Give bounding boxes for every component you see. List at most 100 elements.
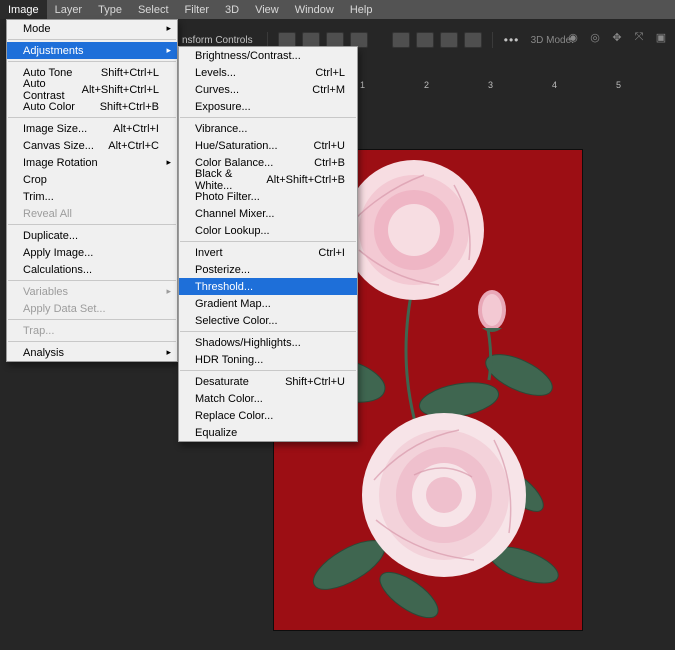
menu-item-label: Adjustments [23, 45, 84, 57]
image-menu-variables: Variables [7, 283, 177, 300]
image-menu-mode[interactable]: Mode [7, 20, 177, 37]
adjustments-selective-color[interactable]: Selective Color... [179, 312, 357, 329]
ruler-tick: 2 [424, 80, 488, 90]
adjustments-brightness-contrast[interactable]: Brightness/Contrast... [179, 47, 357, 64]
menu-item-label: HDR Toning... [195, 354, 263, 366]
menu-separator [180, 331, 356, 332]
more-icon[interactable]: ••• [503, 32, 521, 48]
menu-item-shortcut: Shift+Ctrl+U [285, 376, 345, 388]
menu-separator [180, 370, 356, 371]
adjustments-channel-mixer[interactable]: Channel Mixer... [179, 205, 357, 222]
menu-separator [8, 280, 176, 281]
menu-help[interactable]: Help [342, 0, 381, 19]
menu-item-label: Mode [23, 23, 51, 35]
menu-item-shortcut: Alt+Ctrl+I [113, 123, 159, 135]
menu-separator [8, 319, 176, 320]
menu-item-label: Variables [23, 286, 68, 298]
menu-item-label: Vibrance... [195, 123, 247, 135]
menu-item-label: Auto Color [23, 101, 75, 113]
roll-icon[interactable]: ◎ [587, 30, 603, 44]
adjustments-hue-saturation[interactable]: Hue/Saturation...Ctrl+U [179, 137, 357, 154]
ruler-tick: 1 [360, 80, 424, 90]
adjustments-posterize[interactable]: Posterize... [179, 261, 357, 278]
menu-item-label: Image Rotation [23, 157, 98, 169]
menu-window[interactable]: Window [287, 0, 342, 19]
orbit-icon[interactable]: ◉ [565, 30, 581, 44]
image-menu-duplicate[interactable]: Duplicate... [7, 227, 177, 244]
zoom-icon[interactable]: ▣ [653, 30, 669, 44]
pan-icon[interactable]: ✥ [609, 30, 625, 44]
menu-separator [8, 224, 176, 225]
menu-item-label: Reveal All [23, 208, 72, 220]
menu-item-label: Photo Filter... [195, 191, 260, 203]
image-menu-auto-contrast[interactable]: Auto ContrastAlt+Shift+Ctrl+L [7, 81, 177, 98]
adjustments-invert[interactable]: InvertCtrl+I [179, 244, 357, 261]
distribute-icon[interactable] [392, 32, 410, 48]
menu-item-label: Shadows/Highlights... [195, 337, 301, 349]
menu-separator [180, 117, 356, 118]
image-menu-analysis[interactable]: Analysis [7, 344, 177, 361]
menu-item-shortcut: Alt+Shift+Ctrl+B [266, 174, 345, 186]
menu-item-label: Exposure... [195, 101, 251, 113]
distribute-icon[interactable] [464, 32, 482, 48]
menu-item-label: Selective Color... [195, 315, 278, 327]
menu-item-label: Black & White... [195, 168, 266, 192]
image-menu-auto-color[interactable]: Auto Color Shift+Ctrl+B [7, 98, 177, 115]
image-menu-image-rotation[interactable]: Image Rotation [7, 154, 177, 171]
menu-item-label: Trim... [23, 191, 54, 203]
image-menu-image-size[interactable]: Image Size...Alt+Ctrl+I [7, 120, 177, 137]
adjustments-curves[interactable]: Curves...Ctrl+M [179, 81, 357, 98]
menu-select[interactable]: Select [130, 0, 177, 19]
menu-item-label: Apply Data Set... [23, 303, 106, 315]
menu-item-shortcut: Alt+Shift+Ctrl+L [82, 84, 159, 96]
adjustments-photo-filter[interactable]: Photo Filter... [179, 188, 357, 205]
menu-layer[interactable]: Layer [47, 0, 91, 19]
image-menu-adjustments[interactable]: Adjustments [7, 42, 177, 59]
menu-item-label: Threshold... [195, 281, 253, 293]
transform-controls-label: nsform Controls [178, 35, 257, 46]
image-menu-trim[interactable]: Trim... [7, 188, 177, 205]
adjustments-submenu: Brightness/Contrast... Levels...Ctrl+LCur… [178, 46, 358, 442]
menu-type[interactable]: Type [90, 0, 130, 19]
adjustments-equalize[interactable]: Equalize [179, 424, 357, 441]
menu-item-label: Canvas Size... [23, 140, 94, 152]
menu-item-label: Desaturate [195, 376, 249, 388]
adjustments-gradient-map[interactable]: Gradient Map... [179, 295, 357, 312]
menu-item-label: Apply Image... [23, 247, 93, 259]
menu-item-label: Brightness/Contrast... [195, 50, 301, 62]
menu-3d[interactable]: 3D [217, 0, 247, 19]
adjustments-black-white[interactable]: Black & White...Alt+Shift+Ctrl+B [179, 171, 357, 188]
menu-separator [180, 241, 356, 242]
adjustments-hdr-toning[interactable]: HDR Toning... [179, 351, 357, 368]
slide-icon[interactable]: ⤧ [631, 30, 647, 44]
menu-item-label: Trap... [23, 325, 54, 337]
menu-item-label: Analysis [23, 347, 64, 359]
menu-image[interactable]: Image [0, 0, 47, 19]
menu-separator [8, 39, 176, 40]
adjustments-desaturate[interactable]: Desaturate Shift+Ctrl+U [179, 373, 357, 390]
image-menu-dropdown: ModeAdjustmentsAuto ToneShift+Ctrl+LAuto… [6, 19, 178, 362]
adjustments-threshold[interactable]: Threshold... [179, 278, 357, 295]
menu-item-label: Match Color... [195, 393, 263, 405]
menu-view[interactable]: View [247, 0, 287, 19]
image-menu-reveal-all: Reveal All [7, 205, 177, 222]
menu-item-shortcut: Shift+Ctrl+B [100, 101, 159, 113]
adjustments-levels[interactable]: Levels...Ctrl+L [179, 64, 357, 81]
distribute-icon[interactable] [440, 32, 458, 48]
adjustments-color-lookup[interactable]: Color Lookup... [179, 222, 357, 239]
adjustments-shadows-highlights[interactable]: Shadows/Highlights... [179, 334, 357, 351]
adjustments-vibrance[interactable]: Vibrance... [179, 120, 357, 137]
menu-item-label: Color Lookup... [195, 225, 270, 237]
menu-separator [8, 117, 176, 118]
image-menu-crop[interactable]: Crop [7, 171, 177, 188]
image-menu-calculations[interactable]: Calculations... [7, 261, 177, 278]
adjustments-match-color[interactable]: Match Color... [179, 390, 357, 407]
image-menu-canvas-size[interactable]: Canvas Size...Alt+Ctrl+C [7, 137, 177, 154]
menu-filter[interactable]: Filter [177, 0, 217, 19]
adjustments-exposure[interactable]: Exposure... [179, 98, 357, 115]
menu-item-label: Invert [195, 247, 223, 259]
menu-item-label: Duplicate... [23, 230, 78, 242]
distribute-icon[interactable] [416, 32, 434, 48]
image-menu-apply-image[interactable]: Apply Image... [7, 244, 177, 261]
adjustments-replace-color[interactable]: Replace Color... [179, 407, 357, 424]
